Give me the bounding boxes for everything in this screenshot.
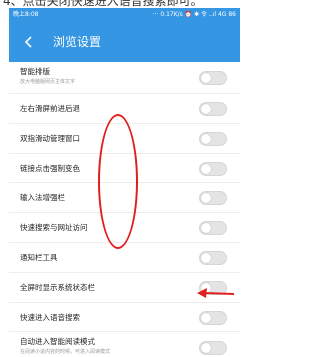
toggle-switch[interactable] [199,341,227,356]
toggle-switch[interactable] [199,71,227,85]
setting-label: 通知栏工具 [20,252,58,262]
toggle-switch[interactable] [199,250,227,265]
setting-row-voice-search[interactable]: 快速进入语音搜索 [9,303,240,333]
status-time: 晚上8:08 [13,11,39,18]
setting-label: 自动进入智能阅读模式 [20,337,95,347]
setting-label: 快速搜索与网址访问 [20,223,88,233]
back-arrow-icon[interactable] [23,36,35,48]
setting-label: 全屏时显示系统状态栏 [20,282,95,292]
setting-sublabel: 放大电脑版网页主体文字 [20,79,76,85]
setting-label: 智能排版 [20,67,50,76]
status-indicators: ··· 0.17K/s ⏰ ✱ 令 ..ıl 4G 86 [152,11,236,18]
setting-label: 链接点击强制变色 [20,163,80,173]
setting-row-smart-layout[interactable]: 智能排版 放大电脑版网页主体文字 [9,62,240,94]
toggle-switch[interactable] [199,221,227,236]
setting-label: 双指滑动管理窗口 [20,133,80,143]
annotation-ellipse [98,114,138,249]
annotation-arrow-icon [197,288,235,298]
toggle-switch[interactable] [199,161,227,176]
setting-row-reading-mode[interactable]: 自动进入智能阅读模式 在阅读小说内容的时候，可进入阅读模式 [9,332,240,357]
caption-label: 4、点击关闭快速进入语音搜索即可。 [3,0,203,8]
page-title: 浏览设置 [53,35,102,49]
setting-sublabel: 在阅读小说内容的时候，可进入阅读模式 [20,349,111,356]
toggle-switch[interactable] [199,191,227,206]
toggle-switch[interactable] [199,131,227,146]
toggle-switch[interactable] [199,102,227,116]
setting-label: 输入法增强栏 [20,193,65,203]
status-bar: 晚上8:08 ··· 0.17K/s ⏰ ✱ 令 ..ıl 4G 86 [9,8,240,22]
setting-label: 左右滑屏前进后退 [20,104,80,113]
setting-label: 快速进入语音搜索 [20,312,80,322]
toggle-switch[interactable] [199,310,227,325]
title-bar: 浏览设置 [9,22,240,62]
setting-row-notification-tools[interactable]: 通知栏工具 [9,243,240,273]
